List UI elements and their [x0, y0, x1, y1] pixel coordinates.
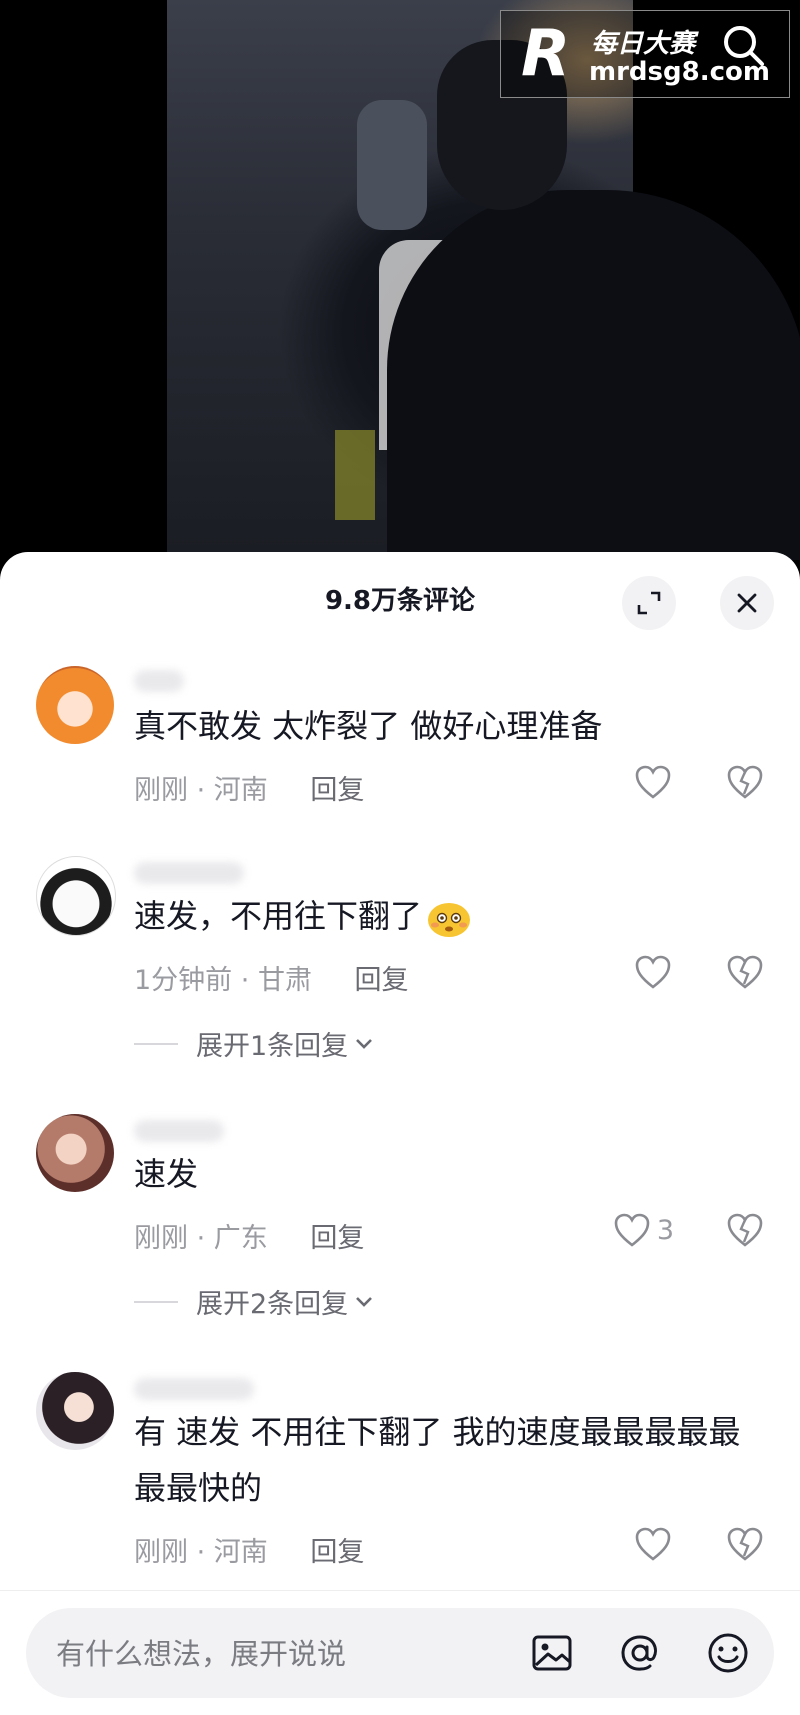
- comment-text: 速发: [134, 1155, 199, 1193]
- avatar[interactable]: [36, 1114, 114, 1192]
- divider-line: [134, 1300, 178, 1303]
- comment-location: 甘肃: [257, 965, 312, 996]
- comment-sheet: 9.8万条评论 真不敢发 太炸裂了 做好心理准备 刚刚 · 河南 回复 速发，不…: [0, 552, 800, 1715]
- watermark-letter: R: [521, 17, 570, 91]
- broken-heart-icon[interactable]: [726, 954, 764, 990]
- like-button[interactable]: 3: [613, 1212, 674, 1248]
- divider: [0, 1590, 800, 1591]
- image-icon[interactable]: [528, 1629, 576, 1677]
- comment-text: 真不敢发 太炸裂了 做好心理准备: [134, 707, 603, 745]
- expand-replies-label: 展开2条回复: [196, 1289, 349, 1320]
- close-icon: [737, 593, 757, 613]
- flushed-face-emoji-icon: [428, 903, 471, 937]
- username-blurred[interactable]: [134, 1378, 254, 1400]
- comment-location: 河南: [213, 1537, 268, 1568]
- comment-meta: 1分钟前 · 甘肃 回复: [134, 965, 409, 996]
- video-background-figure: [357, 100, 427, 230]
- search-icon[interactable]: [720, 22, 768, 70]
- comment-input[interactable]: [54, 1608, 498, 1700]
- broken-heart-icon[interactable]: [726, 764, 764, 800]
- emoji-icon[interactable]: [704, 1629, 752, 1677]
- comment-time: 刚刚: [134, 1223, 188, 1254]
- username-blurred[interactable]: [134, 862, 244, 884]
- reply-button[interactable]: 回复: [310, 775, 364, 806]
- broken-heart-icon[interactable]: [726, 1212, 764, 1248]
- like-button[interactable]: [634, 954, 672, 990]
- expand-replies-button[interactable]: 展开2条回复: [134, 1282, 376, 1321]
- like-count: 3: [656, 1214, 674, 1246]
- close-sheet-button[interactable]: [720, 576, 774, 630]
- comment-input-bar: [26, 1608, 774, 1700]
- comment-meta: 刚刚 · 河南 回复: [134, 775, 365, 806]
- comment-count-title: 9.8万条评论: [324, 586, 476, 616]
- reply-button[interactable]: 回复: [355, 965, 409, 996]
- avatar[interactable]: [36, 1372, 114, 1450]
- comment-location: 河南: [213, 775, 268, 806]
- video-person-shoulder: [387, 190, 800, 560]
- like-button[interactable]: [634, 1526, 672, 1562]
- comment-time: 1分钟前: [134, 965, 233, 996]
- chevron-down-icon: [356, 1038, 373, 1049]
- watermark-brand-cn: 每日大赛: [591, 29, 696, 59]
- comment-text: 有 速发 不用往下翻了 我的速度最最最最最最最快的: [134, 1413, 741, 1507]
- heart-icon: [635, 765, 671, 799]
- broken-heart-icon[interactable]: [726, 1526, 764, 1562]
- username-blurred[interactable]: [134, 1120, 224, 1142]
- comment-text: 速发，不用往下翻了: [134, 897, 423, 935]
- like-button[interactable]: [634, 764, 672, 800]
- username-blurred[interactable]: [134, 670, 184, 692]
- video-player[interactable]: R 每日大赛 mrdsg8.com: [0, 0, 800, 560]
- heart-icon: [635, 955, 671, 989]
- comment-time: 刚刚: [134, 775, 188, 806]
- divider-line: [134, 1042, 178, 1045]
- comment-location: 广东: [213, 1223, 268, 1254]
- heart-icon: [614, 1213, 650, 1247]
- avatar[interactable]: [36, 666, 114, 744]
- reply-button[interactable]: 回复: [310, 1223, 364, 1254]
- video-background-object: [335, 430, 375, 520]
- expand-replies-label: 展开1条回复: [196, 1031, 349, 1062]
- comment-meta: 刚刚 · 广东 回复: [134, 1223, 365, 1254]
- expand-replies-button[interactable]: 展开1条回复: [134, 1024, 376, 1063]
- reply-button[interactable]: 回复: [310, 1537, 364, 1568]
- heart-icon: [635, 1527, 671, 1561]
- chevron-down-icon: [356, 1296, 373, 1307]
- expand-icon: [637, 591, 661, 615]
- comment-time: 刚刚: [134, 1537, 188, 1568]
- comment-text-row: 速发，不用往下翻了: [134, 888, 764, 944]
- avatar[interactable]: [36, 856, 116, 936]
- expand-sheet-button[interactable]: [622, 576, 676, 630]
- comment-meta: 刚刚 · 河南 回复: [134, 1537, 365, 1568]
- at-icon[interactable]: [616, 1629, 664, 1677]
